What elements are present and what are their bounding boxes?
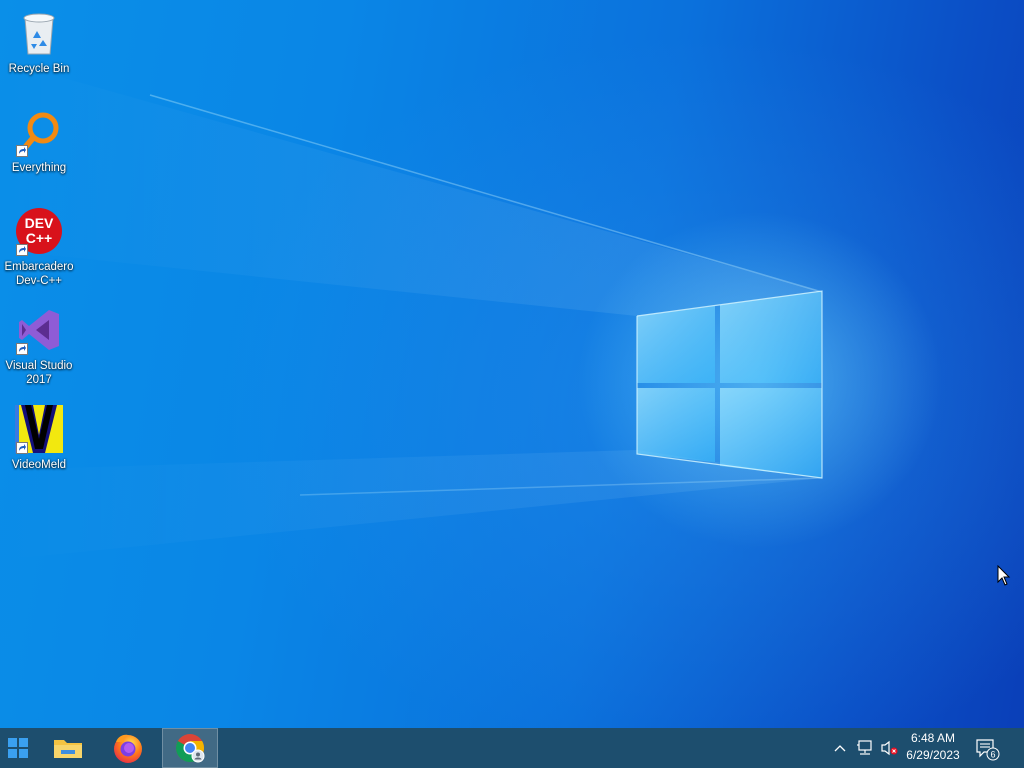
everything-search-icon <box>14 107 64 157</box>
firefox-icon <box>114 734 142 763</box>
svg-text:DEV: DEV <box>25 215 54 231</box>
desktop-icon-dev-cpp[interactable]: DEV C++ Embarcadero Dev-C++ <box>2 206 76 288</box>
volume-muted-icon <box>881 740 898 756</box>
visual-studio-icon <box>14 305 64 355</box>
desktop-icon-everything[interactable]: Everything <box>2 107 76 175</box>
clock-time: 6:48 AM <box>910 731 956 745</box>
action-center-button[interactable]: 6 <box>972 728 1002 768</box>
desktop-icon-label: Visual Studio 2017 <box>5 360 73 386</box>
clock-date: 6/29/2023 <box>906 748 960 762</box>
taskbar-firefox[interactable] <box>102 728 154 768</box>
tray-network-button[interactable] <box>853 728 877 768</box>
mouse-cursor-icon <box>997 565 1011 586</box>
notification-icon: 6 <box>976 739 1000 761</box>
shortcut-arrow-icon <box>16 442 28 454</box>
windows-logo-icon <box>8 738 28 758</box>
taskbar-chrome[interactable] <box>162 728 218 768</box>
desktop-icon-label: Embarcadero Dev-C++ <box>4 261 74 287</box>
clock[interactable]: 6:48 AM 6/29/2023 <box>898 730 968 766</box>
taskbar: 6:48 AM 6/29/2023 6 <box>0 728 1024 768</box>
desktop-icon-visual-studio[interactable]: Visual Studio 2017 <box>2 305 76 387</box>
taskbar-file-explorer[interactable] <box>42 728 94 768</box>
desktop[interactable]: Recycle Bin Everything DEV C++ Embarcade… <box>0 0 1024 728</box>
folder-icon <box>54 740 82 758</box>
dev-cpp-icon: DEV C++ <box>14 206 64 256</box>
start-button[interactable] <box>0 728 36 768</box>
tray-volume-button[interactable] <box>878 728 900 768</box>
desktop-icon-label: Recycle Bin <box>8 63 70 75</box>
shortcut-arrow-icon <box>16 145 28 157</box>
desktop-icon-videomeld[interactable]: VideoMeld <box>2 404 76 472</box>
recycle-bin-icon <box>14 8 64 58</box>
desktop-icon-label: VideoMeld <box>11 459 67 471</box>
tray-overflow-button[interactable] <box>830 728 850 768</box>
shortcut-arrow-icon <box>16 244 28 256</box>
notification-count: 6 <box>990 750 995 760</box>
desktop-icon-label: Everything <box>11 162 67 174</box>
wallpaper-windows-logo <box>0 60 823 560</box>
chevron-up-icon <box>834 745 846 752</box>
videomeld-icon <box>14 404 64 454</box>
desktop-icon-recycle-bin[interactable]: Recycle Bin <box>2 8 76 76</box>
network-icon <box>857 740 872 755</box>
chrome-icon <box>176 734 205 763</box>
svg-text:C++: C++ <box>26 230 52 246</box>
shortcut-arrow-icon <box>16 343 28 355</box>
